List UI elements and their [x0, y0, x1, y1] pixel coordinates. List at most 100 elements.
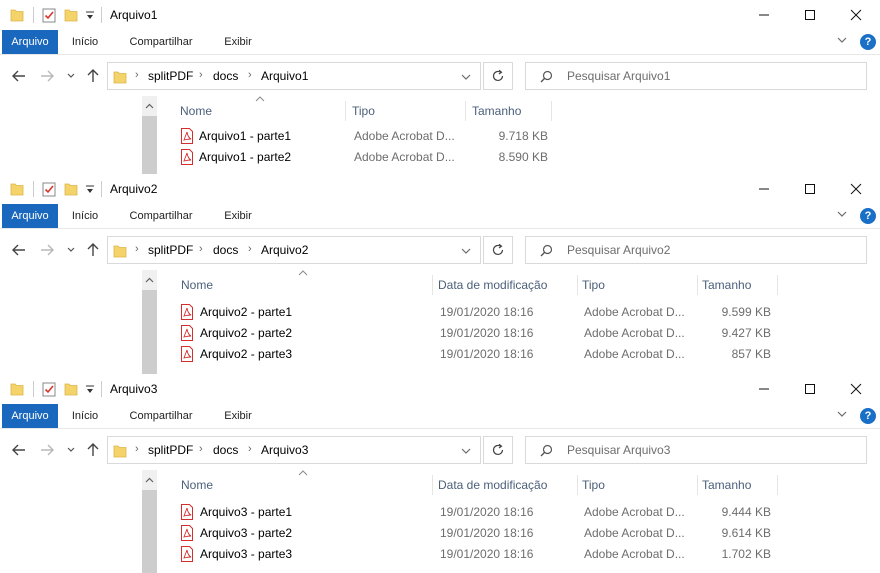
table-row[interactable]: Arquivo3 - parte2 19/01/2020 18:16 Adobe A… — [176, 523, 776, 543]
tab-arquivo[interactable]: Arquivo — [2, 404, 58, 428]
help-icon[interactable]: ? — [860, 408, 876, 424]
address-dropdown-icon[interactable] — [460, 245, 472, 257]
tab-inicio[interactable]: Início — [60, 404, 110, 428]
column-header-type[interactable]: Tipo — [348, 100, 466, 122]
minimize-icon[interactable] — [741, 0, 787, 30]
search-input[interactable]: Pesquisar Arquivo2 — [525, 236, 867, 264]
maximize-icon[interactable] — [787, 0, 833, 30]
tab-exibir[interactable]: Exibir — [216, 30, 260, 54]
breadcrumb-item[interactable]: splitPDF — [148, 243, 193, 257]
tab-inicio[interactable]: Início — [60, 204, 110, 228]
address-bar[interactable]: › splitPDF › docs › Arquivo3 — [107, 436, 481, 464]
forward-arrow-icon[interactable] — [38, 241, 56, 259]
close-icon[interactable] — [833, 0, 879, 30]
vertical-scrollbar[interactable] — [142, 96, 157, 174]
back-arrow-icon[interactable] — [10, 67, 28, 85]
scrollbar-thumb[interactable] — [142, 490, 157, 573]
column-header-date[interactable]: Data de modificação — [434, 274, 578, 296]
column-header-name[interactable]: Nome — [176, 100, 346, 122]
title-bar[interactable]: Arquivo3 — [0, 374, 880, 404]
address-dropdown-icon[interactable] — [460, 71, 472, 83]
column-header-size[interactable]: Tamanho — [698, 274, 778, 296]
tab-arquivo[interactable]: Arquivo — [2, 30, 58, 54]
breadcrumb-separator-icon[interactable]: › — [135, 69, 139, 81]
minimize-icon[interactable] — [741, 174, 787, 204]
breadcrumb-separator-icon[interactable]: › — [199, 443, 203, 455]
refresh-icon[interactable] — [483, 236, 513, 264]
breadcrumb-item[interactable]: docs — [213, 69, 238, 83]
refresh-icon[interactable] — [483, 436, 513, 464]
table-row[interactable]: Arquivo2 - parte3 19/01/2020 18:16 Adobe A… — [176, 344, 776, 364]
tab-compartilhar[interactable]: Compartilhar — [118, 30, 204, 54]
tab-compartilhar[interactable]: Compartilhar — [118, 404, 204, 428]
maximize-icon[interactable] — [787, 374, 833, 404]
table-row[interactable]: Arquivo3 - parte1 19/01/2020 18:16 Adobe A… — [176, 502, 776, 522]
title-bar[interactable]: Arquivo1 — [0, 0, 880, 30]
customize-dropdown-icon[interactable] — [85, 381, 95, 397]
close-icon[interactable] — [833, 374, 879, 404]
recent-locations-chevron-icon[interactable] — [64, 241, 78, 259]
breadcrumb-item[interactable]: Arquivo3 — [261, 443, 308, 457]
recent-locations-chevron-icon[interactable] — [64, 67, 78, 85]
scrollbar-thumb[interactable] — [142, 290, 157, 374]
scroll-up-arrow-icon[interactable] — [145, 474, 154, 483]
refresh-icon[interactable] — [483, 62, 513, 90]
breadcrumb-separator-icon[interactable]: › — [199, 243, 203, 255]
back-arrow-icon[interactable] — [10, 441, 28, 459]
breadcrumb-separator-icon[interactable]: › — [135, 243, 139, 255]
breadcrumb-item[interactable]: Arquivo2 — [261, 243, 308, 257]
column-header-type[interactable]: Tipo — [578, 274, 698, 296]
tab-compartilhar[interactable]: Compartilhar — [118, 204, 204, 228]
column-header-size[interactable]: Tamanho — [468, 100, 552, 122]
breadcrumb-item[interactable]: Arquivo1 — [261, 69, 308, 83]
breadcrumb-separator-icon[interactable]: › — [248, 443, 252, 455]
breadcrumb-item[interactable]: splitPDF — [148, 69, 193, 83]
forward-arrow-icon[interactable] — [38, 67, 56, 85]
up-arrow-icon[interactable] — [84, 67, 102, 85]
address-dropdown-icon[interactable] — [460, 445, 472, 457]
vertical-scrollbar[interactable] — [142, 470, 157, 573]
tab-arquivo[interactable]: Arquivo — [2, 204, 58, 228]
scrollbar-thumb[interactable] — [142, 116, 157, 174]
forward-arrow-icon[interactable] — [38, 441, 56, 459]
scroll-up-arrow-icon[interactable] — [145, 100, 154, 109]
new-folder-icon[interactable] — [64, 181, 78, 197]
help-icon[interactable]: ? — [860, 208, 876, 224]
breadcrumb-item[interactable]: docs — [213, 243, 238, 257]
expand-ribbon-chevron-icon[interactable] — [836, 208, 852, 224]
title-bar[interactable]: Arquivo2 — [0, 174, 880, 204]
breadcrumb-separator-icon[interactable]: › — [248, 69, 252, 81]
properties-check-icon[interactable] — [42, 7, 56, 23]
breadcrumb-item[interactable]: splitPDF — [148, 443, 193, 457]
tab-exibir[interactable]: Exibir — [216, 404, 260, 428]
column-header-size[interactable]: Tamanho — [698, 474, 778, 496]
new-folder-icon[interactable] — [64, 7, 78, 23]
properties-check-icon[interactable] — [42, 181, 56, 197]
breadcrumb-separator-icon[interactable]: › — [199, 69, 203, 81]
column-header-type[interactable]: Tipo — [578, 474, 698, 496]
close-icon[interactable] — [833, 174, 879, 204]
vertical-scrollbar[interactable] — [142, 270, 157, 374]
maximize-icon[interactable] — [787, 174, 833, 204]
search-input[interactable]: Pesquisar Arquivo3 — [525, 436, 867, 464]
table-row[interactable]: Arquivo1 - parte2 Adobe Acrobat D... 8.590… — [176, 147, 776, 167]
search-input[interactable]: Pesquisar Arquivo1 — [525, 62, 867, 90]
expand-ribbon-chevron-icon[interactable] — [836, 34, 852, 50]
breadcrumb-item[interactable]: docs — [213, 443, 238, 457]
column-header-date[interactable]: Data de modificação — [434, 474, 578, 496]
breadcrumb-separator-icon[interactable]: › — [248, 243, 252, 255]
recent-locations-chevron-icon[interactable] — [64, 441, 78, 459]
column-header-name[interactable]: Nome — [177, 274, 433, 296]
address-bar[interactable]: › splitPDF › docs › Arquivo2 — [107, 236, 481, 264]
minimize-icon[interactable] — [741, 374, 787, 404]
new-folder-icon[interactable] — [64, 381, 78, 397]
customize-dropdown-icon[interactable] — [85, 7, 95, 23]
properties-check-icon[interactable] — [42, 381, 56, 397]
tab-exibir[interactable]: Exibir — [216, 204, 260, 228]
table-row[interactable]: Arquivo1 - parte1 Adobe Acrobat D... 9.718… — [176, 126, 776, 146]
up-arrow-icon[interactable] — [84, 241, 102, 259]
column-header-name[interactable]: Nome — [177, 474, 433, 496]
expand-ribbon-chevron-icon[interactable] — [836, 408, 852, 424]
help-icon[interactable]: ? — [860, 34, 876, 50]
table-row[interactable]: Arquivo2 - parte1 19/01/2020 18:16 Adobe A… — [176, 302, 776, 322]
